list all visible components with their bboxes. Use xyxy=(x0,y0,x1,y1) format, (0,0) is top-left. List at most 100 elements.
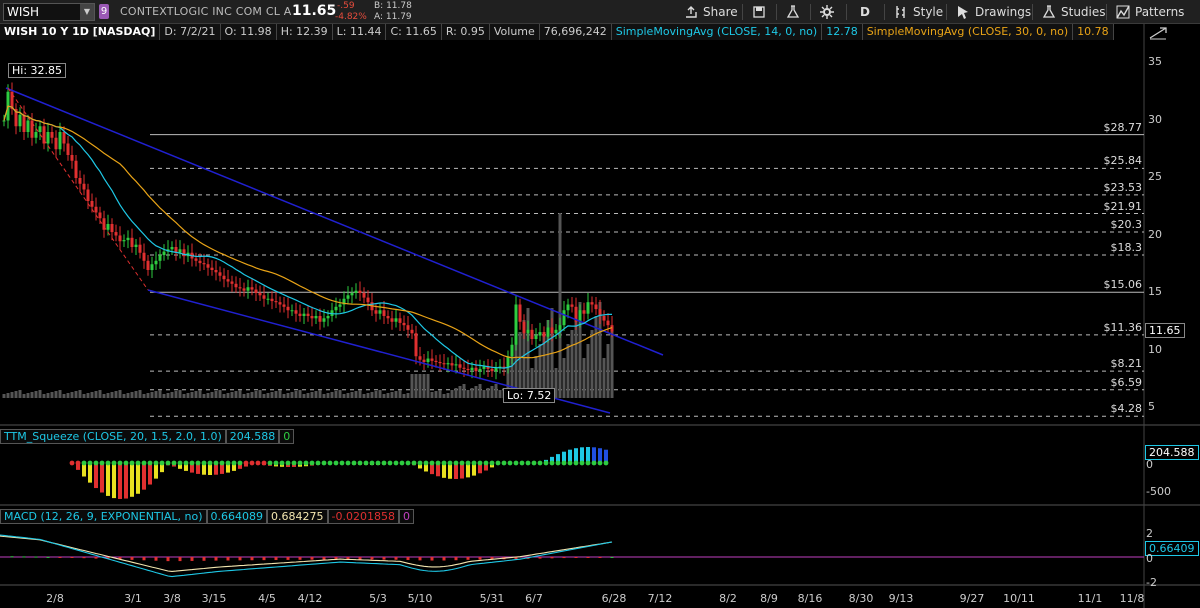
volume-bar xyxy=(414,374,418,398)
squeeze-tag: 204.588 xyxy=(1145,445,1199,460)
volume-bar xyxy=(338,390,342,398)
volume-bar xyxy=(350,392,354,398)
volume-bar xyxy=(134,391,138,398)
date-label: 7/12 xyxy=(647,592,673,605)
candle-body xyxy=(18,114,22,127)
volume-bar xyxy=(330,392,334,398)
candle-body xyxy=(494,367,498,372)
volume-bar xyxy=(46,393,50,398)
macd-diff-bar xyxy=(358,557,362,560)
volume-bar xyxy=(314,391,318,398)
candle-body xyxy=(586,302,590,314)
volume-bar xyxy=(22,394,26,398)
candle-body xyxy=(394,318,398,322)
symbol-text: WISH xyxy=(7,5,40,19)
candle-body xyxy=(510,344,514,357)
candle-body xyxy=(378,310,382,314)
macd-diff-bar xyxy=(466,557,470,560)
squeeze-dot xyxy=(489,460,495,466)
candle-body xyxy=(82,183,86,190)
squeeze-dot xyxy=(429,460,435,466)
volume-bar xyxy=(94,391,98,398)
squeeze-tick-0: 0 xyxy=(1146,458,1153,471)
candle-body xyxy=(38,126,42,132)
flask-button[interactable] xyxy=(786,3,800,21)
candle-body xyxy=(294,310,298,314)
date-label: 11/8 xyxy=(1119,592,1145,605)
volume-bar xyxy=(426,374,430,398)
candle-body xyxy=(142,252,146,261)
drawings-button[interactable]: Drawings xyxy=(956,3,1031,21)
squeeze-label[interactable]: TTM_Squeeze (CLOSE, 20, 1.5, 2.0, 1.0) xyxy=(0,429,226,444)
squeeze-dot xyxy=(147,460,153,466)
candle-body xyxy=(106,224,110,230)
volume-bar xyxy=(118,390,122,398)
volume-bar xyxy=(498,390,502,398)
macd-diff-bar xyxy=(550,557,554,559)
volume-bar xyxy=(34,391,38,398)
volume-bar xyxy=(130,392,134,398)
settings-button[interactable] xyxy=(820,3,834,21)
volume-bar xyxy=(38,390,42,398)
candle-body xyxy=(290,310,294,312)
candle-body xyxy=(162,251,166,256)
candle-body xyxy=(218,272,222,276)
candle-body xyxy=(406,325,410,330)
volume-bar xyxy=(14,391,18,398)
date-label: 3/1 xyxy=(124,592,142,605)
candle-body xyxy=(322,318,326,322)
candle-body xyxy=(430,358,434,361)
candle-body xyxy=(318,316,322,322)
macd-label[interactable]: MACD (12, 26, 9, EXPONENTIAL, no) xyxy=(0,509,207,524)
studies-button[interactable]: Studies xyxy=(1042,3,1106,21)
squeeze-dot xyxy=(441,460,447,466)
squeeze-dot xyxy=(603,460,609,466)
squeeze-dot xyxy=(249,460,255,466)
volume-bar xyxy=(162,394,166,398)
candle-body xyxy=(234,283,238,288)
symbol-input[interactable]: WISH ▼ xyxy=(3,3,95,21)
candle-body xyxy=(438,362,442,364)
volume-bar xyxy=(114,391,118,398)
date-label: 5/3 xyxy=(369,592,387,605)
volume-bar xyxy=(474,386,478,398)
candle-body xyxy=(374,310,378,314)
volume-bar xyxy=(10,392,14,398)
volume-bar xyxy=(98,390,102,398)
volume-bar xyxy=(110,392,114,398)
change-abs: -.59 xyxy=(337,1,355,11)
squeeze-dot xyxy=(183,460,189,466)
squeeze-dot xyxy=(171,460,177,466)
candle-body xyxy=(254,289,258,293)
candle-body xyxy=(534,335,538,339)
candle-body xyxy=(134,244,138,247)
volume-bar xyxy=(470,388,474,398)
patterns-button[interactable]: Patterns xyxy=(1116,3,1184,21)
candle-body xyxy=(558,325,562,330)
chevron-down-icon[interactable]: ▼ xyxy=(80,4,94,20)
save-button[interactable] xyxy=(752,3,766,21)
candle-body xyxy=(526,329,530,334)
candle-body xyxy=(270,298,274,302)
squeeze-dot xyxy=(351,460,357,466)
style-button[interactable]: Style xyxy=(894,3,943,21)
date-label: 4/12 xyxy=(297,592,323,605)
squeeze-dot xyxy=(297,460,303,466)
link-badge[interactable]: 9 xyxy=(99,4,109,19)
squeeze-bar xyxy=(124,463,128,499)
aggregation-button[interactable]: D xyxy=(860,3,870,21)
volume-bar xyxy=(406,393,410,398)
price-tick: 30 xyxy=(1148,112,1162,126)
candle-body xyxy=(310,316,314,319)
volume-bar xyxy=(446,393,450,398)
volume-bar xyxy=(154,391,158,398)
date-label: 2/8 xyxy=(46,592,64,605)
squeeze-dot xyxy=(417,460,423,466)
volume-bar xyxy=(122,394,126,398)
candle-body xyxy=(34,132,38,138)
share-button[interactable]: Share xyxy=(684,3,738,21)
squeeze-dot xyxy=(105,460,111,466)
macd-header: MACD (12, 26, 9, EXPONENTIAL, no) 0.6640… xyxy=(0,509,414,524)
volume-bar xyxy=(410,374,414,398)
volume-bar xyxy=(250,392,254,398)
